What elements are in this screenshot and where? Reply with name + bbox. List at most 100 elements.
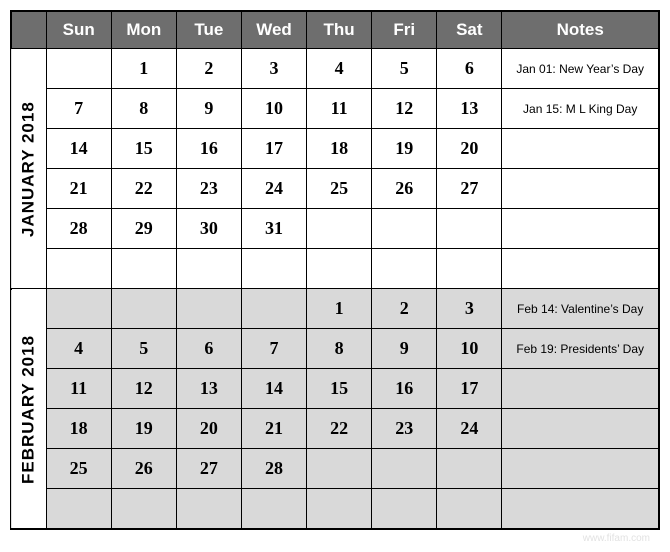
notes-cell: Feb 14: Valentine’s Day xyxy=(502,289,659,329)
day-cell: 5 xyxy=(372,49,437,89)
day-cell xyxy=(111,289,176,329)
watermark: www.fifam.com xyxy=(583,533,650,544)
day-cell xyxy=(46,49,111,89)
day-cell xyxy=(176,289,241,329)
day-cell: 23 xyxy=(372,409,437,449)
day-cell: 25 xyxy=(46,449,111,489)
day-cell: 9 xyxy=(372,329,437,369)
day-cell: 23 xyxy=(176,169,241,209)
day-cell: 13 xyxy=(176,369,241,409)
notes-cell xyxy=(502,369,659,409)
header-thu: Thu xyxy=(307,11,372,49)
header-wed: Wed xyxy=(241,11,306,49)
day-cell: 30 xyxy=(176,209,241,249)
header-spacer xyxy=(11,11,46,49)
day-cell xyxy=(46,489,111,529)
calendar-row: FEBRUARY 2018123Feb 14: Valentine’s Day xyxy=(11,289,659,329)
day-cell: 26 xyxy=(372,169,437,209)
day-cell xyxy=(307,249,372,289)
day-cell: 18 xyxy=(307,129,372,169)
day-cell: 20 xyxy=(176,409,241,449)
calendar-row xyxy=(11,489,659,529)
day-cell xyxy=(307,489,372,529)
day-cell xyxy=(437,249,502,289)
day-cell: 7 xyxy=(241,329,306,369)
day-cell: 26 xyxy=(111,449,176,489)
day-cell xyxy=(372,449,437,489)
calendar-row: 78910111213Jan 15: M L King Day xyxy=(11,89,659,129)
day-cell xyxy=(437,489,502,529)
day-cell: 22 xyxy=(111,169,176,209)
calendar-row: 14151617181920 xyxy=(11,129,659,169)
day-cell: 31 xyxy=(241,209,306,249)
day-cell xyxy=(307,209,372,249)
day-cell: 17 xyxy=(437,369,502,409)
day-cell xyxy=(111,489,176,529)
header-fri: Fri xyxy=(372,11,437,49)
day-cell: 19 xyxy=(372,129,437,169)
calendar-row: 18192021222324 xyxy=(11,409,659,449)
day-cell: 15 xyxy=(307,369,372,409)
calendar-row: 45678910Feb 19: Presidents’ Day xyxy=(11,329,659,369)
calendar-body: JANUARY 2018123456Jan 01: New Year’s Day… xyxy=(11,49,659,529)
day-cell: 20 xyxy=(437,129,502,169)
day-cell: 2 xyxy=(372,289,437,329)
calendar-row: 11121314151617 xyxy=(11,369,659,409)
day-cell: 16 xyxy=(372,369,437,409)
day-cell: 6 xyxy=(176,329,241,369)
day-cell xyxy=(176,249,241,289)
day-cell xyxy=(111,249,176,289)
day-cell: 8 xyxy=(111,89,176,129)
day-cell: 12 xyxy=(372,89,437,129)
calendar-row: 21222324252627 xyxy=(11,169,659,209)
notes-cell xyxy=(502,129,659,169)
day-cell xyxy=(372,249,437,289)
day-cell: 24 xyxy=(241,169,306,209)
day-cell: 25 xyxy=(307,169,372,209)
day-cell xyxy=(372,209,437,249)
day-cell xyxy=(241,489,306,529)
day-cell: 2 xyxy=(176,49,241,89)
day-cell xyxy=(372,489,437,529)
day-cell xyxy=(437,209,502,249)
day-cell: 5 xyxy=(111,329,176,369)
day-cell: 17 xyxy=(241,129,306,169)
header-row: Sun Mon Tue Wed Thu Fri Sat Notes xyxy=(11,11,659,49)
day-cell: 28 xyxy=(46,209,111,249)
day-cell: 22 xyxy=(307,409,372,449)
day-cell xyxy=(46,289,111,329)
header-tue: Tue xyxy=(176,11,241,49)
notes-cell xyxy=(502,209,659,249)
notes-cell: Jan 15: M L King Day xyxy=(502,89,659,129)
notes-cell: Jan 01: New Year’s Day xyxy=(502,49,659,89)
notes-cell xyxy=(502,169,659,209)
month-label: JANUARY 2018 xyxy=(11,49,46,289)
notes-cell xyxy=(502,449,659,489)
day-cell xyxy=(46,249,111,289)
calendar-row: 25262728 xyxy=(11,449,659,489)
notes-cell: Feb 19: Presidents’ Day xyxy=(502,329,659,369)
day-cell: 3 xyxy=(241,49,306,89)
day-cell: 1 xyxy=(307,289,372,329)
header-sat: Sat xyxy=(437,11,502,49)
calendar-table: Sun Mon Tue Wed Thu Fri Sat Notes JANUAR… xyxy=(10,10,660,530)
day-cell: 8 xyxy=(307,329,372,369)
day-cell: 3 xyxy=(437,289,502,329)
notes-cell xyxy=(502,409,659,449)
day-cell: 15 xyxy=(111,129,176,169)
month-label: FEBRUARY 2018 xyxy=(11,289,46,529)
day-cell: 13 xyxy=(437,89,502,129)
day-cell: 27 xyxy=(437,169,502,209)
day-cell: 10 xyxy=(241,89,306,129)
header-mon: Mon xyxy=(111,11,176,49)
day-cell: 18 xyxy=(46,409,111,449)
day-cell: 11 xyxy=(307,89,372,129)
calendar-row xyxy=(11,249,659,289)
day-cell xyxy=(437,449,502,489)
day-cell: 7 xyxy=(46,89,111,129)
header-sun: Sun xyxy=(46,11,111,49)
day-cell: 27 xyxy=(176,449,241,489)
day-cell: 10 xyxy=(437,329,502,369)
day-cell: 14 xyxy=(46,129,111,169)
day-cell: 21 xyxy=(46,169,111,209)
